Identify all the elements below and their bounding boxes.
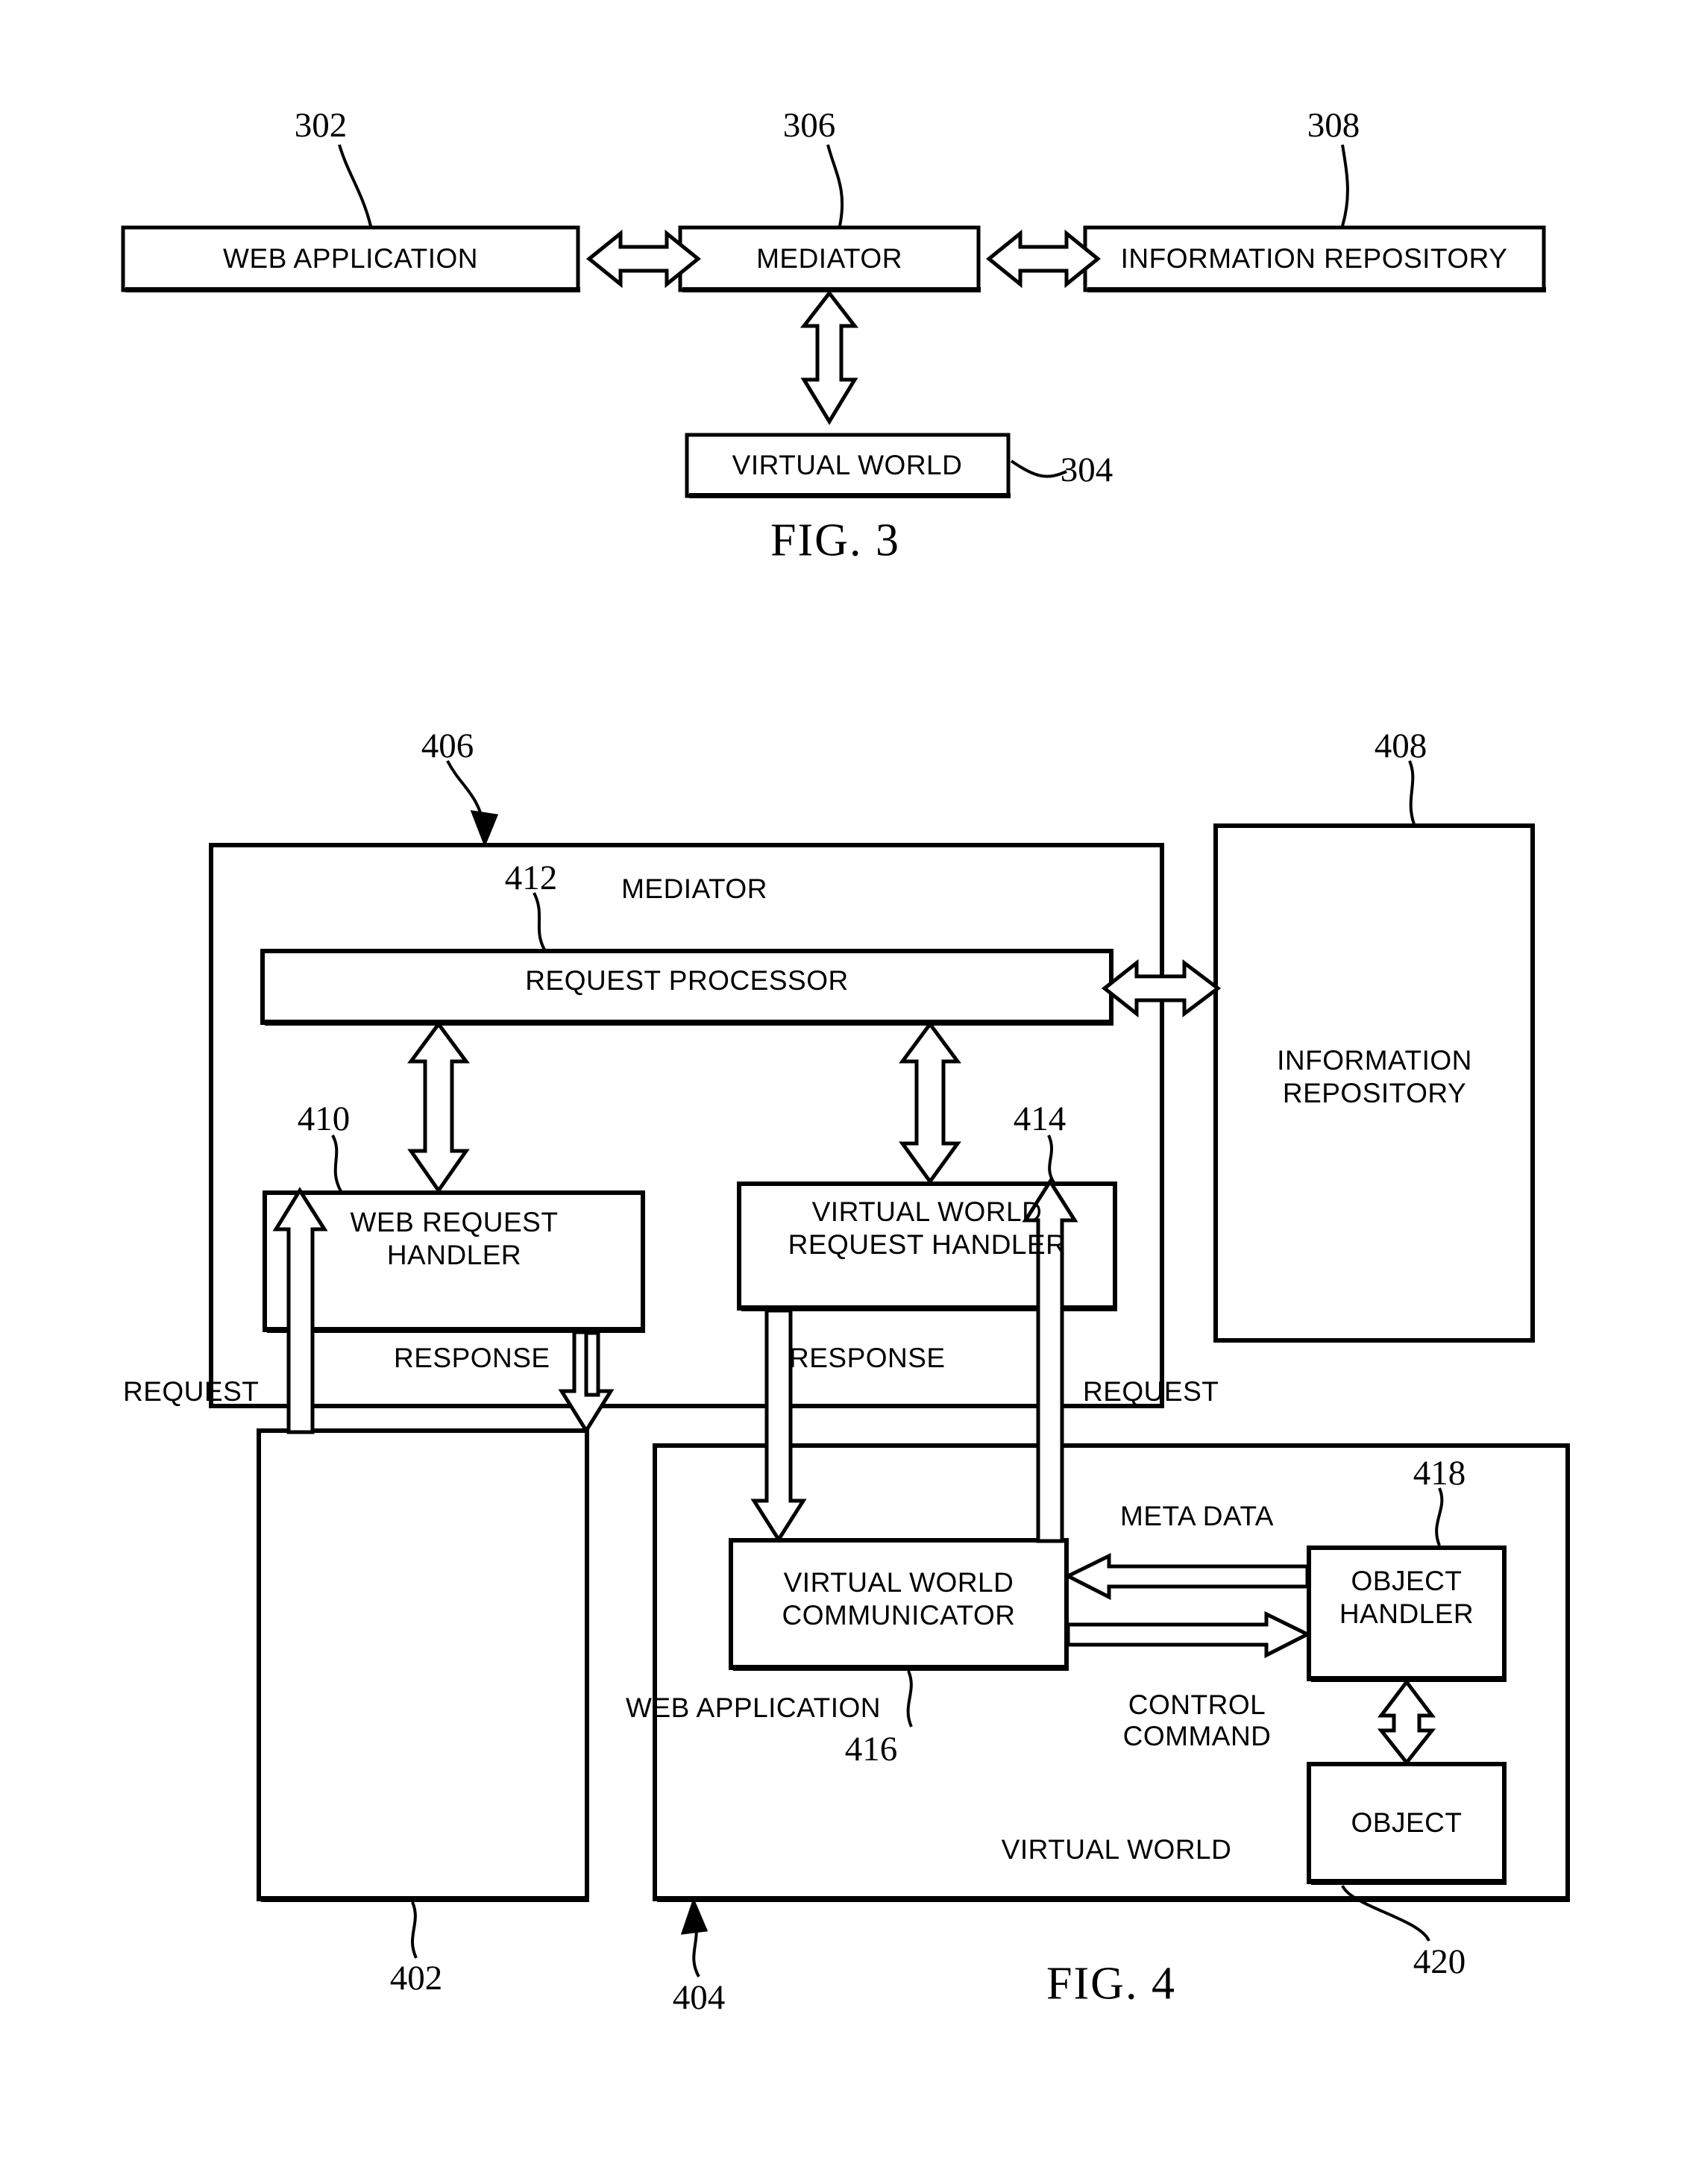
- fig4-object-label: OBJECT: [1351, 1807, 1463, 1839]
- fig4-vw-request-handler-line1: VIRTUAL WORLD: [811, 1196, 1043, 1227]
- patent-drawing-sheet: WEB APPLICATION MEDIATOR INFORMATION REP…: [0, 0, 1690, 2184]
- fig4-leader-418: [1435, 1487, 1444, 1546]
- fig4-arrow-control-command: [1066, 1610, 1312, 1659]
- fig4-ref-404: 404: [672, 1978, 726, 2017]
- fig4-vw-communicator-line1: VIRTUAL WORLD: [783, 1567, 1014, 1598]
- fig4-web-application-label: WEB APPLICATION: [626, 1692, 881, 1724]
- fig3-web-application-label: WEB APPLICATION: [223, 243, 478, 274]
- fig4-leader-420: [1341, 1884, 1430, 1942]
- fig4-label-request-right: REQUEST: [1083, 1376, 1219, 1407]
- fig4-label-control-command-line2: COMMAND: [1122, 1721, 1272, 1751]
- fig4-information-repository-label: INFORMATION REPOSITORY: [1277, 1044, 1472, 1109]
- fig3-information-repository-label: INFORMATION REPOSITORY: [1120, 243, 1508, 274]
- fig4-information-repository-line1: INFORMATION: [1277, 1045, 1472, 1076]
- fig4-ref-408: 408: [1374, 727, 1427, 765]
- fig4-object-handler-label: OBJECT HANDLER: [1339, 1565, 1474, 1630]
- fig3-mediator-label: MEDIATOR: [756, 243, 902, 274]
- fig3-ref-304: 304: [1060, 451, 1113, 489]
- fig4-web-application-box: [257, 1428, 589, 1901]
- fig4-arrow-meta-data: [1064, 1552, 1310, 1601]
- fig3-ref-306: 306: [782, 106, 836, 145]
- fig4-arrow-reqproc-vwhandler: [899, 1020, 961, 1185]
- fig4-virtual-world-request-handler-label: VIRTUAL WORLD REQUEST HANDLER: [788, 1196, 1067, 1261]
- fig3-virtual-world-label: VIRTUAL WORLD: [732, 450, 963, 481]
- fig4-label-request-left: REQUEST: [123, 1376, 260, 1407]
- fig4-arrow-request-left: [272, 1187, 328, 1434]
- fig4-leader-414: [1047, 1135, 1055, 1184]
- fig4-web-request-handler-line2: HANDLER: [386, 1239, 522, 1270]
- fig4-leader-402: [411, 1901, 418, 1959]
- fig4-ref-410: 410: [297, 1099, 351, 1138]
- fig4-virtual-world-container-label: VIRTUAL WORLD: [1001, 1834, 1232, 1866]
- fig4-ref-420: 420: [1413, 1942, 1466, 1981]
- fig4-information-repository-line2: REPOSITORY: [1282, 1077, 1467, 1108]
- fig4-label-control-command: CONTROL COMMAND: [1123, 1689, 1272, 1752]
- fig4-caption: FIG. 4: [1046, 1958, 1176, 2009]
- fig3-leader-304: [1010, 459, 1067, 478]
- fig4-object-handler-line1: OBJECT: [1351, 1566, 1463, 1596]
- fig4-ref-412: 412: [504, 859, 558, 897]
- fig4-vw-communicator-line2: COMMUNICATOR: [782, 1599, 1016, 1631]
- fig4-leader-412: [533, 892, 546, 950]
- fig4-leader-404-arrowhead: [680, 1897, 709, 1935]
- fig3-ref-308: 308: [1307, 106, 1360, 145]
- fig4-ref-416: 416: [844, 1730, 898, 1769]
- fig4-label-meta-data: META DATA: [1120, 1501, 1274, 1531]
- fig3-leader-306: [826, 144, 844, 227]
- fig4-arrow-response-left: [558, 1330, 615, 1434]
- fig4-leader-416: [906, 1670, 913, 1728]
- fig4-ref-406: 406: [421, 727, 474, 765]
- fig3-ref-302: 302: [294, 106, 348, 145]
- fig4-leader-408: [1408, 760, 1416, 825]
- fig3-caption: FIG. 3: [770, 515, 900, 566]
- fig4-object-handler-line2: HANDLER: [1339, 1598, 1474, 1629]
- fig4-arrow-objecthandler-object: [1377, 1678, 1436, 1766]
- fig4-label-control-command-line1: CONTROL: [1128, 1689, 1266, 1720]
- fig4-label-response-right: RESPONSE: [789, 1343, 946, 1373]
- fig4-label-response-left: RESPONSE: [394, 1343, 550, 1373]
- fig4-web-request-handler-line1: WEB REQUEST: [350, 1207, 559, 1237]
- fig4-ref-418: 418: [1413, 1454, 1466, 1493]
- fig4-vw-request-handler-line2: REQUEST HANDLER: [788, 1228, 1067, 1260]
- fig4-arrow-reqproc-webhandler: [407, 1020, 470, 1194]
- fig4-mediator-container-label: MEDIATOR: [621, 873, 767, 905]
- fig4-web-request-handler-label: WEB REQUEST HANDLER: [351, 1206, 559, 1271]
- fig3-arrow-mediator-virtualworld: [800, 289, 859, 425]
- fig4-ref-414: 414: [1013, 1099, 1067, 1138]
- fig4-virtual-world-communicator-label: VIRTUAL WORLD COMMUNICATOR: [782, 1566, 1016, 1631]
- fig4-request-processor-label: REQUEST PROCESSOR: [525, 965, 849, 997]
- fig4-ref-402: 402: [389, 1959, 443, 1998]
- fig3-leader-302: [338, 144, 372, 227]
- fig4-leader-410: [331, 1135, 342, 1192]
- fig3-arrow-mediator-inforepo: [986, 229, 1101, 289]
- fig4-leader-406-arrowhead: [470, 810, 499, 848]
- fig3-leader-308: [1341, 144, 1349, 227]
